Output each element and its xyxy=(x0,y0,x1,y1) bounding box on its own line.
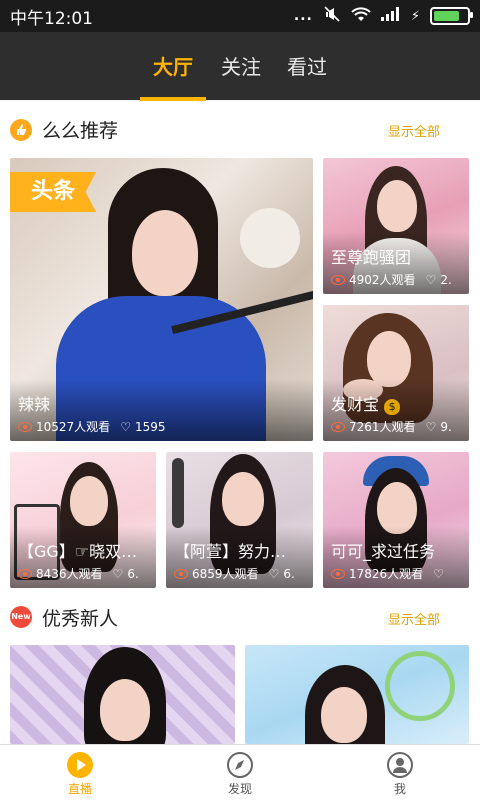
card-title: 至尊跑骚团 xyxy=(331,248,412,267)
card-stats: 10527人观看 ♡ 1595 xyxy=(18,418,166,435)
nav-discover[interactable]: 发现 xyxy=(200,745,280,801)
mute-icon xyxy=(323,6,341,26)
new-badge-icon: New xyxy=(10,606,32,628)
like-count: 6. xyxy=(127,566,139,581)
newcomer-thumbnail xyxy=(10,645,235,744)
eye-icon xyxy=(18,421,32,432)
status-time: 中午12:01 xyxy=(10,8,93,29)
more-dots-icon: ... xyxy=(293,8,313,24)
plush-toy-shape xyxy=(240,208,300,268)
face-shape xyxy=(321,687,367,743)
card-title: 【GG】☞晓双… xyxy=(18,542,138,561)
eye-icon xyxy=(331,421,345,432)
viewer-count: 4902人观看 xyxy=(349,273,416,287)
heart-icon: ♡ xyxy=(112,566,124,581)
face-shape xyxy=(377,180,417,232)
newcomers-show-all-link[interactable]: 显示全部 xyxy=(388,609,440,628)
money-bag-icon: $ xyxy=(384,399,401,415)
charging-icon: ⚡ xyxy=(410,8,420,24)
recommend-title: 么么推荐 xyxy=(42,120,119,142)
status-bar: 中午12:01 ... ⚡ xyxy=(0,0,480,32)
newcomers-title: 优秀新人 xyxy=(42,608,119,630)
heart-icon: ♡ xyxy=(433,566,444,581)
stream-card[interactable]: 至尊跑骚团 4902人观看 ♡ 2. xyxy=(323,158,469,294)
nav-label: 直播 xyxy=(67,782,92,796)
headline-badge: 头条 xyxy=(10,172,96,212)
card-title-text: 发财宝 xyxy=(331,395,380,414)
card-title: 辣辣 xyxy=(18,395,51,414)
card-title: 【阿萱】努力… xyxy=(174,542,287,561)
tab-lobby[interactable]: 大厅 xyxy=(140,32,206,100)
stream-card[interactable]: 【GG】☞晓双… 8436人观看 ♡ 6. xyxy=(10,452,156,588)
eye-icon xyxy=(18,568,32,579)
viewer-count: 17826人观看 xyxy=(349,567,424,581)
battery-icon xyxy=(430,7,473,25)
card-stats: 17826人观看 ♡ xyxy=(331,565,448,582)
eye-icon xyxy=(331,568,345,579)
stream-card[interactable]: 可可_求过任务 17826人观看 ♡ xyxy=(323,452,469,588)
heart-icon: ♡ xyxy=(425,419,437,434)
recommend-section-header: 么么推荐 显示全部 xyxy=(0,101,480,159)
newcomer-card[interactable] xyxy=(245,645,469,744)
card-stats: 7261人观看 ♡ 9. xyxy=(331,418,452,435)
compass-icon xyxy=(227,752,253,778)
wifi-icon xyxy=(351,6,371,26)
recommend-show-all-link[interactable]: 显示全部 xyxy=(388,121,440,140)
wreath-shape xyxy=(385,651,455,721)
microphone-shape xyxy=(172,458,184,528)
face-shape xyxy=(132,210,198,296)
newcomer-card[interactable] xyxy=(10,645,235,744)
top-tab-bar: 大厅 关注 看过 xyxy=(0,32,480,100)
nav-live[interactable]: 直播 xyxy=(40,745,120,801)
tab-following[interactable]: 关注 xyxy=(208,32,274,100)
battery-fill xyxy=(434,11,460,21)
nav-me[interactable]: 我 xyxy=(360,745,440,801)
eye-icon xyxy=(331,274,345,285)
play-icon xyxy=(67,752,93,778)
status-icons: ... ⚡ xyxy=(293,6,473,26)
bottom-nav: 直播 发现 我 xyxy=(0,744,480,801)
viewer-count: 6859人观看 xyxy=(192,567,259,581)
face-shape xyxy=(70,476,108,526)
thumbs-up-icon xyxy=(10,119,32,141)
nav-label: 发现 xyxy=(227,782,252,796)
viewer-count: 8436人观看 xyxy=(36,567,103,581)
face-shape xyxy=(100,679,150,741)
viewer-count: 10527人观看 xyxy=(36,420,111,434)
newcomers-section-header: New 优秀新人 显示全部 xyxy=(0,593,480,643)
like-count: 9. xyxy=(440,419,452,434)
card-title: 发财宝 $ xyxy=(331,391,463,415)
signal-icon xyxy=(380,7,401,25)
stream-card[interactable]: 发财宝 $ 7261人观看 ♡ 9. xyxy=(323,305,469,441)
like-count: 2. xyxy=(440,272,452,287)
like-count: 1595 xyxy=(134,419,166,434)
card-stats: 4902人观看 ♡ 2. xyxy=(331,271,452,288)
card-stats: 6859人观看 ♡ 6. xyxy=(174,565,295,582)
like-count: 6. xyxy=(283,566,295,581)
featured-stream-card[interactable]: 头条 辣辣 10527人观看 ♡ 1595 xyxy=(10,158,313,441)
heart-icon: ♡ xyxy=(268,566,280,581)
profile-icon xyxy=(387,752,413,778)
heart-icon: ♡ xyxy=(425,272,437,287)
eye-icon xyxy=(174,568,188,579)
heart-icon: ♡ xyxy=(120,419,131,434)
card-title: 可可_求过任务 xyxy=(331,542,436,561)
card-stats: 8436人观看 ♡ 6. xyxy=(18,565,139,582)
newcomer-thumbnail xyxy=(245,645,469,744)
nav-label: 我 xyxy=(393,782,406,796)
stream-card[interactable]: 【阿萱】努力… 6859人观看 ♡ 6. xyxy=(166,452,313,588)
face-shape xyxy=(222,472,264,526)
viewer-count: 7261人观看 xyxy=(349,420,416,434)
tab-watched[interactable]: 看过 xyxy=(274,32,340,100)
